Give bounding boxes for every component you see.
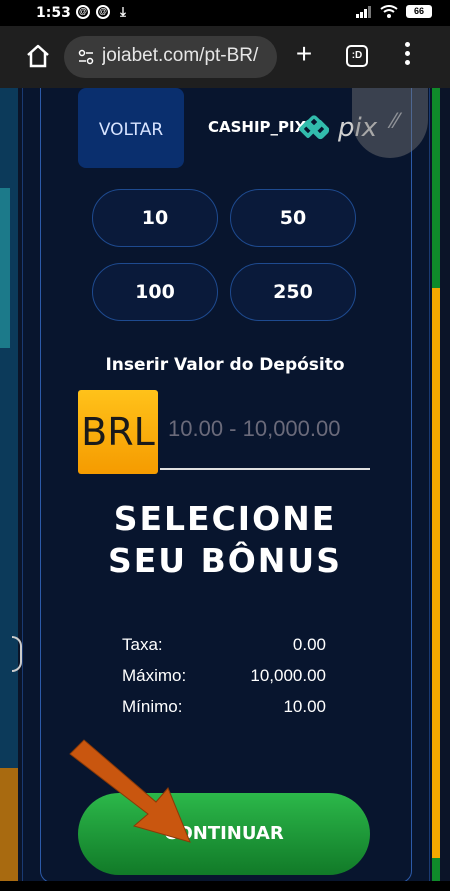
notification-app-icon: @	[76, 5, 90, 19]
status-time: 1:53	[36, 5, 71, 21]
wifi-icon	[380, 5, 398, 18]
amount-option[interactable]: 50	[230, 189, 356, 247]
side-drawer-handle[interactable]	[12, 636, 22, 672]
amount-option[interactable]: 100	[92, 263, 218, 321]
status-bar: 1:53 @ @ ⤓ 66	[0, 0, 450, 26]
info-label: Taxa:	[122, 635, 163, 654]
bonus-selection-title: SELECIONE SEU BÔNUS	[0, 498, 450, 582]
address-bar[interactable]: joiabet.com/pt-BR/	[64, 36, 277, 78]
system-icons: 66	[356, 5, 432, 18]
deposit-amount-input[interactable]	[160, 410, 370, 448]
minimum-row: Mínimo: 10.00	[122, 697, 326, 721]
deposit-amount-label: Inserir Valor do Depósito	[105, 355, 345, 375]
browser-toolbar: joiabet.com/pt-BR/ + :D	[0, 26, 450, 88]
back-button[interactable]: VOLTAR	[78, 88, 184, 168]
bonus-title-line: SEU BÔNUS	[108, 541, 342, 580]
fee-row: Taxa: 0.00	[122, 635, 326, 659]
deposit-page: VOLTAR CASHIP_PIX pix ⁄⁄ 10 50 100 250 I…	[0, 88, 450, 881]
scrollbar[interactable]	[432, 88, 440, 881]
info-label: Máximo:	[122, 666, 187, 685]
maximum-row: Máximo: 10,000.00	[122, 666, 326, 690]
download-icon: ⤓	[120, 4, 126, 19]
amount-option[interactable]: 250	[230, 263, 356, 321]
site-settings-icon[interactable]	[78, 49, 94, 65]
more-menu-icon[interactable]	[402, 42, 412, 70]
assist-overlay-icon[interactable]: ⁄⁄	[392, 108, 399, 134]
url-text[interactable]: joiabet.com/pt-BR/	[102, 45, 272, 67]
new-tab-icon[interactable]: +	[290, 40, 318, 68]
input-underline	[160, 468, 370, 470]
notification-icons: @ @ ⤓	[76, 5, 130, 19]
bonus-title-line: SELECIONE	[113, 499, 337, 538]
background-strip-left	[0, 88, 18, 881]
signal-icon	[356, 5, 371, 18]
system-nav-bar	[0, 881, 450, 891]
amount-option[interactable]: 10	[92, 189, 218, 247]
pointer-arrow-icon	[69, 739, 191, 843]
info-value: 10.00	[283, 697, 326, 716]
info-label: Mínimo:	[122, 697, 183, 716]
tab-switcher-button[interactable]: :D	[346, 45, 368, 67]
home-icon[interactable]	[24, 42, 52, 70]
currency-badge: BRL	[78, 390, 158, 474]
info-value: 0.00	[292, 635, 326, 654]
battery-icon: 66	[406, 5, 432, 18]
notification-app-icon: @	[96, 5, 110, 19]
info-value: 10,000.00	[250, 666, 326, 685]
